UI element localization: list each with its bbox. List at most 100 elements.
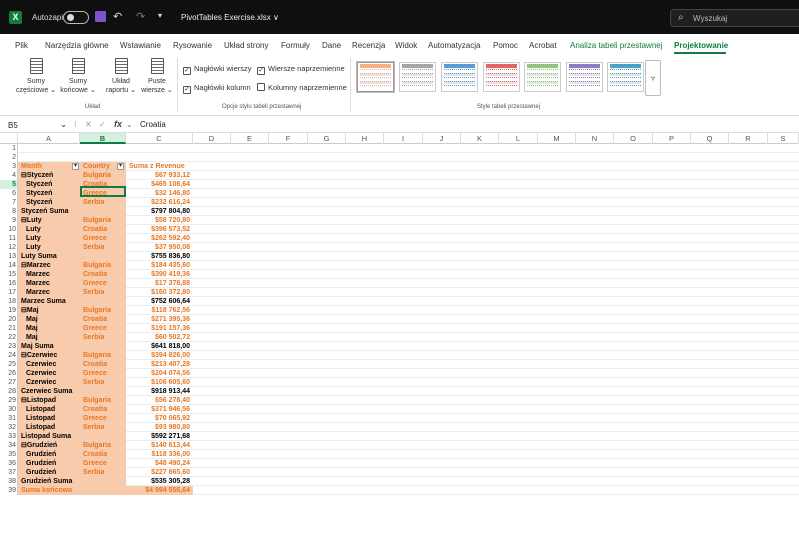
row-number[interactable]: 35 (0, 450, 18, 459)
cell-a27[interactable]: Czerwiec (18, 378, 80, 387)
cell-a26[interactable]: Czerwiec (18, 369, 80, 378)
file-name[interactable]: PivotTables Exercise.xlsx ∨ (181, 13, 279, 22)
column-headers-checkbox[interactable]: ✓ Nagłówki kolumn (183, 83, 251, 94)
cell-c15[interactable]: $390 419,36 (126, 270, 193, 279)
cell-c14[interactable]: $184 435,60 (126, 261, 193, 270)
pivot-style-swatch[interactable] (566, 62, 603, 92)
cell-b30[interactable]: Croatia (80, 405, 126, 414)
cell-a35[interactable]: Grudzień (18, 450, 80, 459)
cell-b37[interactable]: Serbia (80, 468, 126, 477)
cell-c9[interactable]: $58 720,80 (126, 216, 193, 225)
cell-b39[interactable] (80, 486, 126, 495)
row-number[interactable]: 29 (0, 396, 18, 405)
row-number[interactable]: 16 (0, 279, 18, 288)
cell-c39[interactable]: $4 994 556,64 (126, 486, 193, 495)
tab-analiza-tabeli[interactable]: Analiza tabeli przestawnej (570, 41, 663, 50)
tab-acrobat[interactable]: Acrobat (529, 41, 557, 50)
cell-c12[interactable]: $37 950,08 (126, 243, 193, 252)
row-number[interactable]: 3 (0, 162, 18, 171)
cell-a34[interactable]: ⊟Grudzień (18, 441, 80, 450)
tab-recenzja[interactable]: Recenzja (352, 41, 385, 50)
cell-b29[interactable]: Bulgaria (80, 396, 126, 405)
tab-wstawianie[interactable]: Wstawianie (120, 41, 161, 50)
tab-pomoc[interactable]: Pomoc (493, 41, 518, 50)
cell-a38[interactable]: Grudzień Suma (18, 477, 80, 486)
column-header-i[interactable]: I (384, 133, 423, 144)
cell-a8[interactable]: Styczeń Suma (18, 207, 80, 216)
save-icon[interactable] (95, 11, 106, 22)
cell-a37[interactable]: Grudzień (18, 468, 80, 477)
cell-a29[interactable]: ⊟Listopad (18, 396, 80, 405)
row-number[interactable]: 23 (0, 342, 18, 351)
row-number[interactable]: 1 (0, 144, 18, 153)
column-header-j[interactable]: J (423, 133, 461, 144)
tab-plik[interactable]: Plik (15, 41, 28, 50)
cell-a9[interactable]: ⊟Luty (18, 216, 80, 225)
row-number[interactable]: 33 (0, 432, 18, 441)
cell-b26[interactable]: Greece (80, 369, 126, 378)
cell-a21[interactable]: Maj (18, 324, 80, 333)
pivot-style-swatch[interactable] (483, 62, 520, 92)
cell-b32[interactable]: Serbia (80, 423, 126, 432)
blank-rows-button[interactable]: Puste wiersze ⌄ (136, 58, 178, 95)
cell-b7[interactable]: Serbia (80, 198, 126, 207)
cell-c17[interactable]: $160 372,80 (126, 288, 193, 297)
cell-b36[interactable]: Greece (80, 459, 126, 468)
cell-b10[interactable]: Croatia (80, 225, 126, 234)
cell-a11[interactable]: Luty (18, 234, 80, 243)
cell-b38[interactable] (80, 477, 126, 486)
row-number[interactable]: 7 (0, 198, 18, 207)
cell-b18[interactable] (80, 297, 126, 306)
cell-a3[interactable]: Month (18, 162, 80, 171)
cell-a5[interactable]: Styczeń (18, 180, 80, 189)
row-number[interactable]: 2 (0, 153, 18, 162)
cell-b13[interactable] (80, 252, 126, 261)
row-number[interactable]: 14 (0, 261, 18, 270)
gallery-more-button[interactable]: ▿ (645, 60, 661, 96)
column-header-a[interactable]: A (18, 133, 80, 144)
row-number[interactable]: 4 (0, 171, 18, 180)
cell-c22[interactable]: $60 502,72 (126, 333, 193, 342)
column-header-o[interactable]: O (614, 133, 653, 144)
cell-c35[interactable]: $118 336,00 (126, 450, 193, 459)
cell-b35[interactable]: Croatia (80, 450, 126, 459)
cell-c18[interactable]: $752 606,64 (126, 297, 193, 306)
cell-b23[interactable] (80, 342, 126, 351)
cell-b34[interactable]: Bulgaria (80, 441, 126, 450)
tab-formuly[interactable]: Formuły (281, 41, 310, 50)
filter-dropdown-icon[interactable]: ▾ (72, 163, 79, 170)
cell-c27[interactable]: $106 605,60 (126, 378, 193, 387)
row-number[interactable]: 30 (0, 405, 18, 414)
cell-b33[interactable] (80, 432, 126, 441)
cell-a33[interactable]: Listopad Suma (18, 432, 80, 441)
column-header-e[interactable]: E (231, 133, 269, 144)
search-box[interactable]: ⌕ Wyszukaj (670, 9, 799, 27)
column-header-l[interactable]: L (499, 133, 538, 144)
cell-a31[interactable]: Listopad (18, 414, 80, 423)
cell-c7[interactable]: $232 616,24 (126, 198, 193, 207)
row-number[interactable]: 31 (0, 414, 18, 423)
column-header-h[interactable]: H (346, 133, 384, 144)
selected-cell-b5[interactable] (80, 186, 126, 197)
cell-b8[interactable] (80, 207, 126, 216)
cell-c3[interactable]: Suma z Revenue (126, 162, 193, 171)
cell-c11[interactable]: $262 592,40 (126, 234, 193, 243)
cell-a24[interactable]: ⊟Czerwiec (18, 351, 80, 360)
column-header-k[interactable]: K (461, 133, 499, 144)
cell-a17[interactable]: Marzec (18, 288, 80, 297)
cell-a4[interactable]: ⊟Styczeń (18, 171, 80, 180)
row-number[interactable]: 37 (0, 468, 18, 477)
cell-c25[interactable]: $213 407,28 (126, 360, 193, 369)
cell-b9[interactable]: Bulgaria (80, 216, 126, 225)
formula-input[interactable]: Croatia (140, 120, 166, 129)
cell-b28[interactable] (80, 387, 126, 396)
filter-dropdown-icon[interactable]: ▾ (117, 163, 124, 170)
cell-a10[interactable]: Luty (18, 225, 80, 234)
pivot-style-swatch[interactable] (399, 62, 436, 92)
cell-c13[interactable]: $755 836,80 (126, 252, 193, 261)
cell-b14[interactable]: Bulgaria (80, 261, 126, 270)
cell-b11[interactable]: Greece (80, 234, 126, 243)
row-number[interactable]: 19 (0, 306, 18, 315)
row-number[interactable]: 5 (0, 180, 18, 189)
cell-c37[interactable]: $227 865,60 (126, 468, 193, 477)
